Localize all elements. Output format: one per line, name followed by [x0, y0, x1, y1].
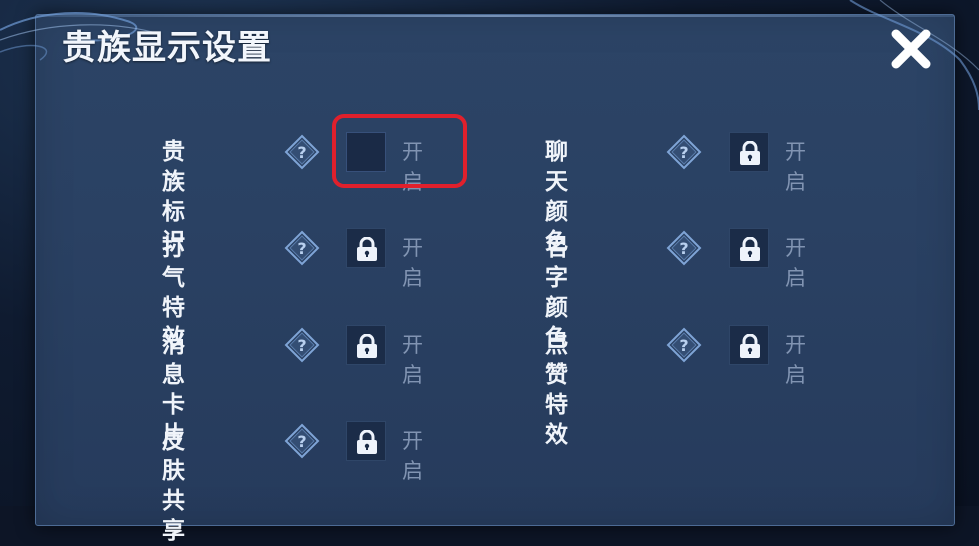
dialog-top-border [36, 15, 954, 17]
lock-icon [729, 132, 769, 172]
help-icon[interactable]: ? [284, 134, 320, 170]
help-icon[interactable]: ? [284, 327, 320, 363]
svg-text:?: ? [297, 239, 306, 258]
option-state-label: 开启 [785, 236, 806, 290]
help-icon[interactable]: ? [284, 230, 320, 266]
svg-text:?: ? [679, 239, 688, 258]
option-state-label: 开启 [402, 236, 423, 290]
lock-icon [346, 325, 386, 365]
help-icon[interactable]: ? [666, 230, 702, 266]
option-label: 皮肤共享 [162, 428, 186, 544]
lock-icon [346, 228, 386, 268]
option-state-label: 开启 [402, 140, 423, 194]
help-icon[interactable]: ? [666, 327, 702, 363]
option-state-label: 开启 [402, 333, 423, 387]
dialog-title: 贵族显示设置 [62, 28, 272, 68]
option-state-label: 开启 [785, 333, 806, 387]
svg-text:?: ? [297, 143, 306, 162]
toggle-checkbox[interactable] [346, 132, 386, 172]
option-state-label: 开启 [402, 429, 423, 483]
lock-icon [346, 421, 386, 461]
lock-icon [729, 325, 769, 365]
svg-text:?: ? [679, 143, 688, 162]
close-icon [891, 29, 931, 69]
option-label: 点赞特效 [545, 332, 569, 448]
help-icon[interactable]: ? [666, 134, 702, 170]
lock-icon [729, 228, 769, 268]
option-state-label: 开启 [785, 140, 806, 194]
svg-text:?: ? [297, 432, 306, 451]
svg-text:?: ? [679, 336, 688, 355]
help-icon[interactable]: ? [284, 423, 320, 459]
svg-text:?: ? [297, 336, 306, 355]
close-button[interactable] [888, 26, 934, 72]
